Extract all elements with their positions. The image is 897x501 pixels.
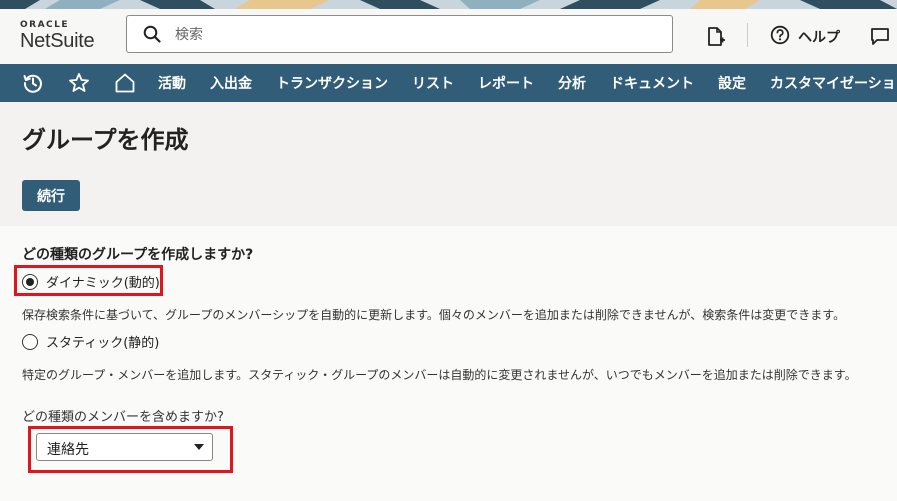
static-description: 特定のグループ・メンバーを追加します。スタティック・グループのメンバーは自動的に… xyxy=(22,368,857,382)
logo-netsuite-text: NetSuite xyxy=(20,30,95,52)
continue-button[interactable]: 続行 xyxy=(22,180,80,211)
search-input[interactable] xyxy=(173,24,657,46)
member-type-select[interactable]: 連絡先 xyxy=(36,433,213,461)
page-title: グループを作成 xyxy=(22,126,189,154)
nav-item-payments[interactable]: 入出金 xyxy=(210,73,252,93)
main-navigation: 活動 入出金 トランザクション リスト レポート 分析 ドキュメント 設定 カス… xyxy=(0,64,897,102)
create-record-icon[interactable] xyxy=(706,26,726,52)
nav-item-reports[interactable]: レポート xyxy=(478,73,534,93)
group-type-question: どの種類のグループを作成しますか? xyxy=(22,247,254,263)
chevron-down-icon xyxy=(194,444,204,450)
radio-dynamic-label[interactable]: ダイナミック(動的) xyxy=(46,272,160,291)
radio-static-option[interactable]: スタティック(静的) xyxy=(22,332,159,351)
radio-dynamic[interactable] xyxy=(22,273,38,290)
search-icon xyxy=(143,25,161,47)
header-decorative-banner xyxy=(0,0,897,9)
radio-static-label[interactable]: スタティック(静的) xyxy=(46,332,159,351)
help-label: ヘルプ xyxy=(798,30,840,46)
nav-item-documents[interactable]: ドキュメント xyxy=(610,73,694,93)
member-type-value: 連絡先 xyxy=(47,442,89,458)
global-search[interactable] xyxy=(126,15,673,53)
nav-item-setup[interactable]: 設定 xyxy=(718,73,746,93)
radio-static[interactable] xyxy=(22,333,38,350)
nav-item-transactions[interactable]: トランザクション xyxy=(276,73,388,93)
logo-oracle-text: ORACLE xyxy=(20,20,70,30)
dynamic-description: 保存検索条件に基づいて、グループのメンバーシップを自動的に更新します。個々のメン… xyxy=(22,308,846,322)
nav-item-lists[interactable]: リスト xyxy=(412,73,454,93)
nav-item-analytics[interactable]: 分析 xyxy=(558,73,586,93)
recent-records-icon[interactable] xyxy=(22,71,44,95)
nav-item-customization[interactable]: カスタマイゼーション xyxy=(770,73,897,93)
radio-selected-dot xyxy=(26,277,34,286)
feedback-chat-icon[interactable] xyxy=(870,26,890,50)
help-button[interactable]: ヘルプ xyxy=(770,25,840,49)
header-divider xyxy=(747,23,748,47)
nav-item-activities[interactable]: 活動 xyxy=(158,73,186,93)
help-icon xyxy=(770,25,790,49)
app-header: ORACLE NetSuite ヘルプ xyxy=(0,9,897,64)
netsuite-logo[interactable]: ORACLE NetSuite xyxy=(20,20,95,52)
radio-dynamic-option[interactable]: ダイナミック(動的) xyxy=(22,272,160,291)
favorites-star-icon[interactable] xyxy=(68,71,90,95)
home-icon[interactable] xyxy=(114,71,136,95)
member-type-label: どの種類のメンバーを含めますか? xyxy=(22,410,224,425)
